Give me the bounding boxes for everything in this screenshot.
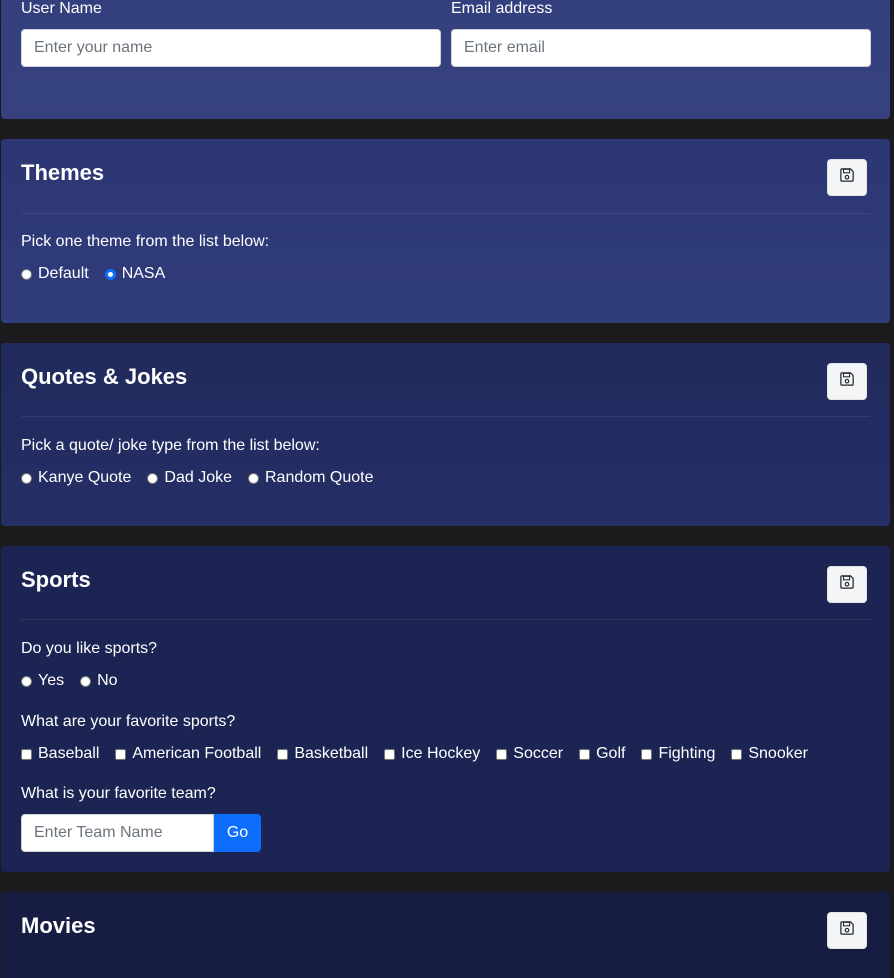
checkbox-basketball[interactable] [277, 748, 289, 760]
radio-label-kanye: Kanye Quote [38, 469, 132, 486]
sport-checkbox-soccer[interactable]: Soccer [496, 745, 563, 763]
sport-checkbox-fighting[interactable]: Fighting [641, 745, 715, 763]
theme-option-nasa[interactable]: NASA [104, 265, 166, 283]
themes-options: Default NASA [21, 265, 181, 283]
checkbox-fighting[interactable] [641, 748, 653, 760]
floppy-disk-icon [840, 372, 854, 391]
team-name-input[interactable] [21, 814, 214, 852]
sports-like-prompt: Do you like sports? [21, 640, 158, 657]
checkbox-label-ice-hockey: Ice Hockey [401, 745, 481, 762]
quotes-prompt: Pick a quote/ joke type from the list be… [21, 437, 320, 454]
checkbox-golf[interactable] [579, 748, 591, 760]
radio-dad-joke[interactable] [147, 472, 159, 484]
sports-favorites-prompt: What are your favorite sports? [21, 713, 236, 730]
go-button[interactable]: Go [214, 814, 261, 852]
radio-default[interactable] [21, 268, 32, 280]
radio-label-default: Default [38, 265, 89, 282]
quote-option-random[interactable]: Random Quote [248, 469, 374, 487]
team-input-group: Go [21, 814, 261, 852]
checkbox-ice-hockey[interactable] [384, 748, 396, 760]
quote-option-dad-joke[interactable]: Dad Joke [147, 469, 232, 487]
movies-card: Movies [1, 892, 890, 978]
sports-option-yes[interactable]: Yes [21, 672, 64, 690]
radio-label-no: No [97, 672, 118, 689]
radio-random[interactable] [248, 472, 259, 484]
sport-checkbox-golf[interactable]: Golf [579, 745, 625, 763]
movies-title: Movies [21, 913, 96, 938]
checkbox-label-basketball: Basketball [294, 745, 369, 762]
sports-divider [21, 619, 870, 620]
themes-prompt: Pick one theme from the list below: [21, 233, 270, 250]
settings-page: User Name Email address Themes Pick one … [0, 0, 894, 978]
user-name-input[interactable] [21, 29, 441, 67]
sports-like-options: Yes No [21, 672, 134, 690]
checkbox-american-football[interactable] [115, 748, 127, 760]
radio-nasa[interactable] [104, 268, 116, 280]
user-name-label: User Name [21, 0, 102, 17]
sports-option-no[interactable]: No [80, 672, 118, 690]
checkbox-baseball[interactable] [21, 748, 32, 760]
sport-checkbox-american-football[interactable]: American Football [115, 745, 261, 763]
sport-checkbox-baseball[interactable]: Baseball [21, 745, 99, 763]
sport-checkbox-basketball[interactable]: Basketball [277, 745, 368, 763]
checkbox-label-snooker: Snooker [748, 745, 808, 762]
quotes-card: Quotes & Jokes Pick a quote/ joke type f… [1, 343, 890, 526]
themes-save-button[interactable] [827, 159, 867, 196]
movies-save-button[interactable] [827, 912, 867, 949]
radio-kanye[interactable] [21, 472, 32, 484]
themes-divider [21, 213, 870, 214]
radio-label-yes: Yes [38, 672, 65, 689]
sports-favorites-options: Baseball American Football Basketball Ic… [21, 745, 824, 763]
theme-option-default[interactable]: Default [21, 265, 89, 283]
checkbox-snooker[interactable] [731, 748, 743, 760]
floppy-disk-icon [840, 168, 854, 187]
sport-checkbox-ice-hockey[interactable]: Ice Hockey [384, 745, 480, 763]
floppy-disk-icon [840, 575, 854, 594]
checkbox-label-fighting: Fighting [658, 745, 716, 762]
quotes-divider [21, 416, 870, 417]
sport-checkbox-snooker[interactable]: Snooker [731, 745, 808, 763]
checkbox-label-soccer: Soccer [513, 745, 564, 762]
email-input[interactable] [451, 29, 871, 67]
quote-option-kanye[interactable]: Kanye Quote [21, 469, 131, 487]
checkbox-label-baseball: Baseball [38, 745, 100, 762]
sports-team-prompt: What is your favorite team? [21, 785, 216, 802]
quotes-options: Kanye Quote Dad Joke Random Quote [21, 469, 390, 487]
themes-card: Themes Pick one theme from the list belo… [1, 139, 890, 323]
user-info-card: User Name Email address [1, 0, 890, 119]
radio-label-dad-joke: Dad Joke [164, 469, 232, 486]
quotes-save-button[interactable] [827, 363, 867, 400]
radio-label-nasa: NASA [121, 265, 166, 282]
checkbox-label-golf: Golf [596, 745, 626, 762]
sports-save-button[interactable] [827, 566, 867, 603]
sports-card: Sports Do you like sports? Yes No What a… [1, 546, 890, 872]
themes-title: Themes [21, 160, 105, 185]
quotes-title: Quotes & Jokes [21, 364, 188, 389]
floppy-disk-icon [840, 921, 854, 940]
radio-yes[interactable] [21, 675, 32, 687]
radio-no[interactable] [80, 675, 92, 687]
checkbox-soccer[interactable] [496, 748, 508, 760]
email-label: Email address [451, 0, 553, 17]
sports-title: Sports [21, 567, 91, 592]
radio-label-random: Random Quote [265, 469, 374, 486]
checkbox-label-american-football: American Football [132, 745, 262, 762]
